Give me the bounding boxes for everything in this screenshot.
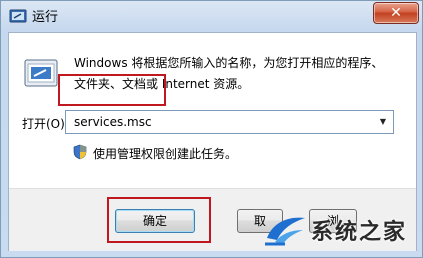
admin-privilege-note: 使用管理权限创建此任务。: [93, 147, 238, 161]
open-input[interactable]: [74, 113, 364, 131]
close-icon: ✕: [390, 5, 402, 21]
description-text: Windows 将根据您所输入的名称，为您打开相应的程序、 文件夹、文档或 In…: [74, 53, 404, 95]
title-bar[interactable]: 运行 ✕: [1, 1, 422, 31]
description-line-1: Windows 将根据您所输入的名称，为您打开相应的程序、: [74, 56, 384, 70]
watermark: 系统之家: [263, 207, 421, 253]
run-program-icon: [24, 59, 58, 87]
watermark-text: 系统之家: [311, 220, 408, 245]
open-label: 打开(O):: [22, 117, 69, 131]
uac-shield-icon: [73, 144, 87, 160]
open-combobox[interactable]: ▼: [65, 110, 394, 134]
close-button[interactable]: ✕: [373, 2, 419, 24]
ok-button[interactable]: 确定: [115, 209, 195, 233]
watermark-logo-icon: [265, 217, 305, 246]
window-title: 运行: [32, 10, 59, 25]
description-line-2: 文件夹、文档或 Internet 资源。: [74, 77, 250, 91]
run-app-icon: [9, 9, 27, 23]
chevron-down-icon[interactable]: ▼: [376, 115, 390, 129]
